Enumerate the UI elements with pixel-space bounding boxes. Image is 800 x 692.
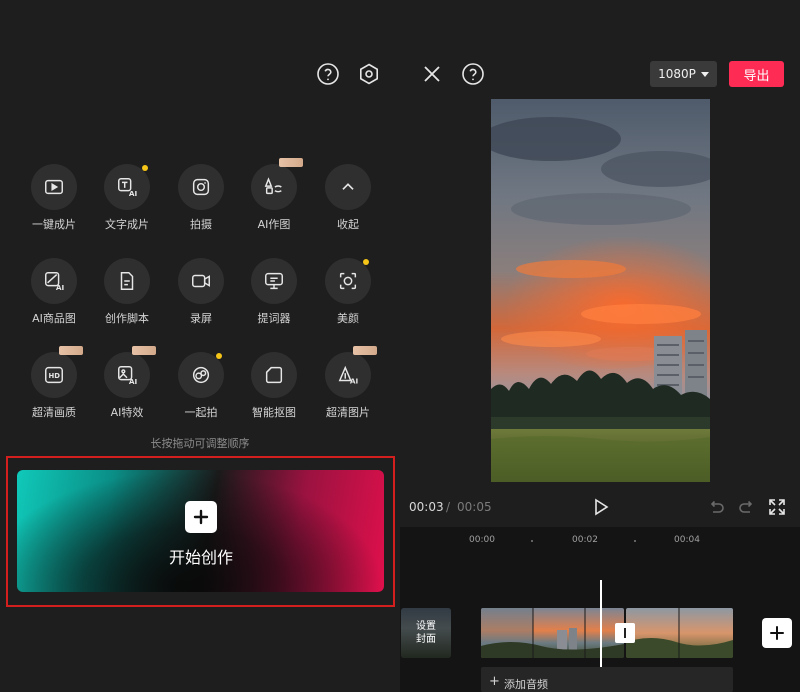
- tool-label: 美颜: [337, 312, 359, 325]
- video-clip[interactable]: [481, 608, 624, 658]
- camera-icon: [178, 164, 224, 210]
- resolution-value: 1080P: [658, 67, 696, 81]
- teleprompter-icon: [251, 258, 297, 304]
- svg-text:AI: AI: [350, 376, 359, 385]
- tool-teleprompter[interactable]: 提词器: [239, 258, 309, 338]
- settings-hexagon-icon[interactable]: [357, 62, 381, 86]
- tool-smart-cutout[interactable]: 智能抠图: [239, 352, 309, 432]
- promo-tag: [59, 346, 83, 355]
- play-box-icon: [31, 164, 77, 210]
- play-icon[interactable]: [591, 497, 611, 517]
- cutout-icon: [251, 352, 297, 398]
- video-preview[interactable]: [491, 99, 710, 482]
- tool-ai-draw[interactable]: AI作图: [239, 158, 309, 244]
- tick-dot: [531, 540, 533, 542]
- plus-icon[interactable]: [185, 501, 217, 533]
- tool-ai-product-image[interactable]: AI AI商品图: [19, 258, 89, 338]
- current-time: 00:03: [409, 500, 444, 514]
- time-separator: /: [446, 500, 451, 514]
- set-cover-button[interactable]: 设置 封面: [401, 608, 451, 658]
- reorder-hint: 长按拖动可调整顺序: [150, 437, 250, 450]
- undo-icon[interactable]: [706, 497, 726, 517]
- svg-text:AI: AI: [56, 283, 65, 292]
- svg-text:AI: AI: [129, 189, 138, 198]
- video-clip[interactable]: [626, 608, 733, 658]
- svg-text:HD: HD: [49, 372, 61, 380]
- help-icon-editor[interactable]: [461, 62, 485, 86]
- promo-tag: [279, 158, 303, 167]
- tick-dot: [634, 540, 636, 542]
- close-icon[interactable]: [420, 62, 444, 86]
- beauty-icon: [325, 258, 371, 304]
- script-icon: [104, 258, 150, 304]
- add-clip-button[interactable]: [762, 618, 792, 648]
- svg-text:AI: AI: [129, 377, 138, 386]
- add-audio-label[interactable]: 添加音频: [504, 676, 548, 692]
- chevron-up-icon: [325, 164, 371, 210]
- ai-product-icon: AI: [31, 258, 77, 304]
- clip-thumbnails: [626, 608, 733, 658]
- time-tick: 00:00: [469, 535, 495, 545]
- tool-hd-image[interactable]: AI 超清图片: [313, 346, 383, 432]
- tool-shoot[interactable]: 拍摄: [166, 164, 236, 244]
- tool-label: 超清图片: [326, 406, 370, 419]
- time-tick: 00:02: [572, 535, 598, 545]
- time-tick: 00:04: [674, 535, 700, 545]
- tool-collapse[interactable]: 收起: [313, 164, 383, 244]
- ai-effects-icon: AI: [104, 352, 150, 398]
- tool-hd-quality[interactable]: HD 超清画质: [19, 346, 89, 432]
- plus-icon: [770, 626, 784, 640]
- transition-handle[interactable]: [615, 623, 635, 643]
- total-time: 00:05: [457, 500, 492, 514]
- promo-tag: [353, 346, 377, 355]
- start-create-label[interactable]: 开始创作: [150, 544, 252, 568]
- tool-beauty[interactable]: 美颜: [313, 258, 383, 338]
- plus-icon[interactable]: +: [489, 675, 500, 688]
- hd-icon: HD: [31, 352, 77, 398]
- new-badge-dot: [363, 259, 369, 265]
- caret-down-icon: [700, 71, 709, 77]
- new-badge-dot: [142, 165, 148, 171]
- new-badge-dot: [216, 353, 222, 359]
- help-icon[interactable]: [316, 62, 340, 86]
- sunset-scene-image: [491, 99, 710, 482]
- text-ai-icon: AI: [104, 164, 150, 210]
- tool-label: 收起: [337, 218, 359, 231]
- fullscreen-icon[interactable]: [767, 497, 787, 517]
- tool-creative-script[interactable]: 创作脚本: [92, 258, 162, 338]
- tool-screen-record[interactable]: 录屏: [166, 258, 236, 338]
- redo-icon[interactable]: [737, 497, 757, 517]
- ai-image-enhance-icon: AI: [325, 352, 371, 398]
- set-cover-label: 设置 封面: [416, 621, 436, 645]
- tool-shoot-together[interactable]: 一起拍: [166, 352, 236, 432]
- screen-record-icon: [178, 258, 224, 304]
- export-button[interactable]: 导出: [729, 61, 784, 87]
- clip-thumbnails: [481, 608, 624, 658]
- resolution-dropdown[interactable]: 1080P: [650, 61, 717, 87]
- tool-text-to-video[interactable]: AI 文字成片: [92, 164, 162, 244]
- duet-icon: [178, 352, 224, 398]
- promo-tag: [132, 346, 156, 355]
- ai-draw-icon: [251, 164, 297, 210]
- tool-one-click-video[interactable]: 一键成片: [19, 164, 89, 244]
- tool-ai-effects[interactable]: AI AI特效: [92, 346, 162, 432]
